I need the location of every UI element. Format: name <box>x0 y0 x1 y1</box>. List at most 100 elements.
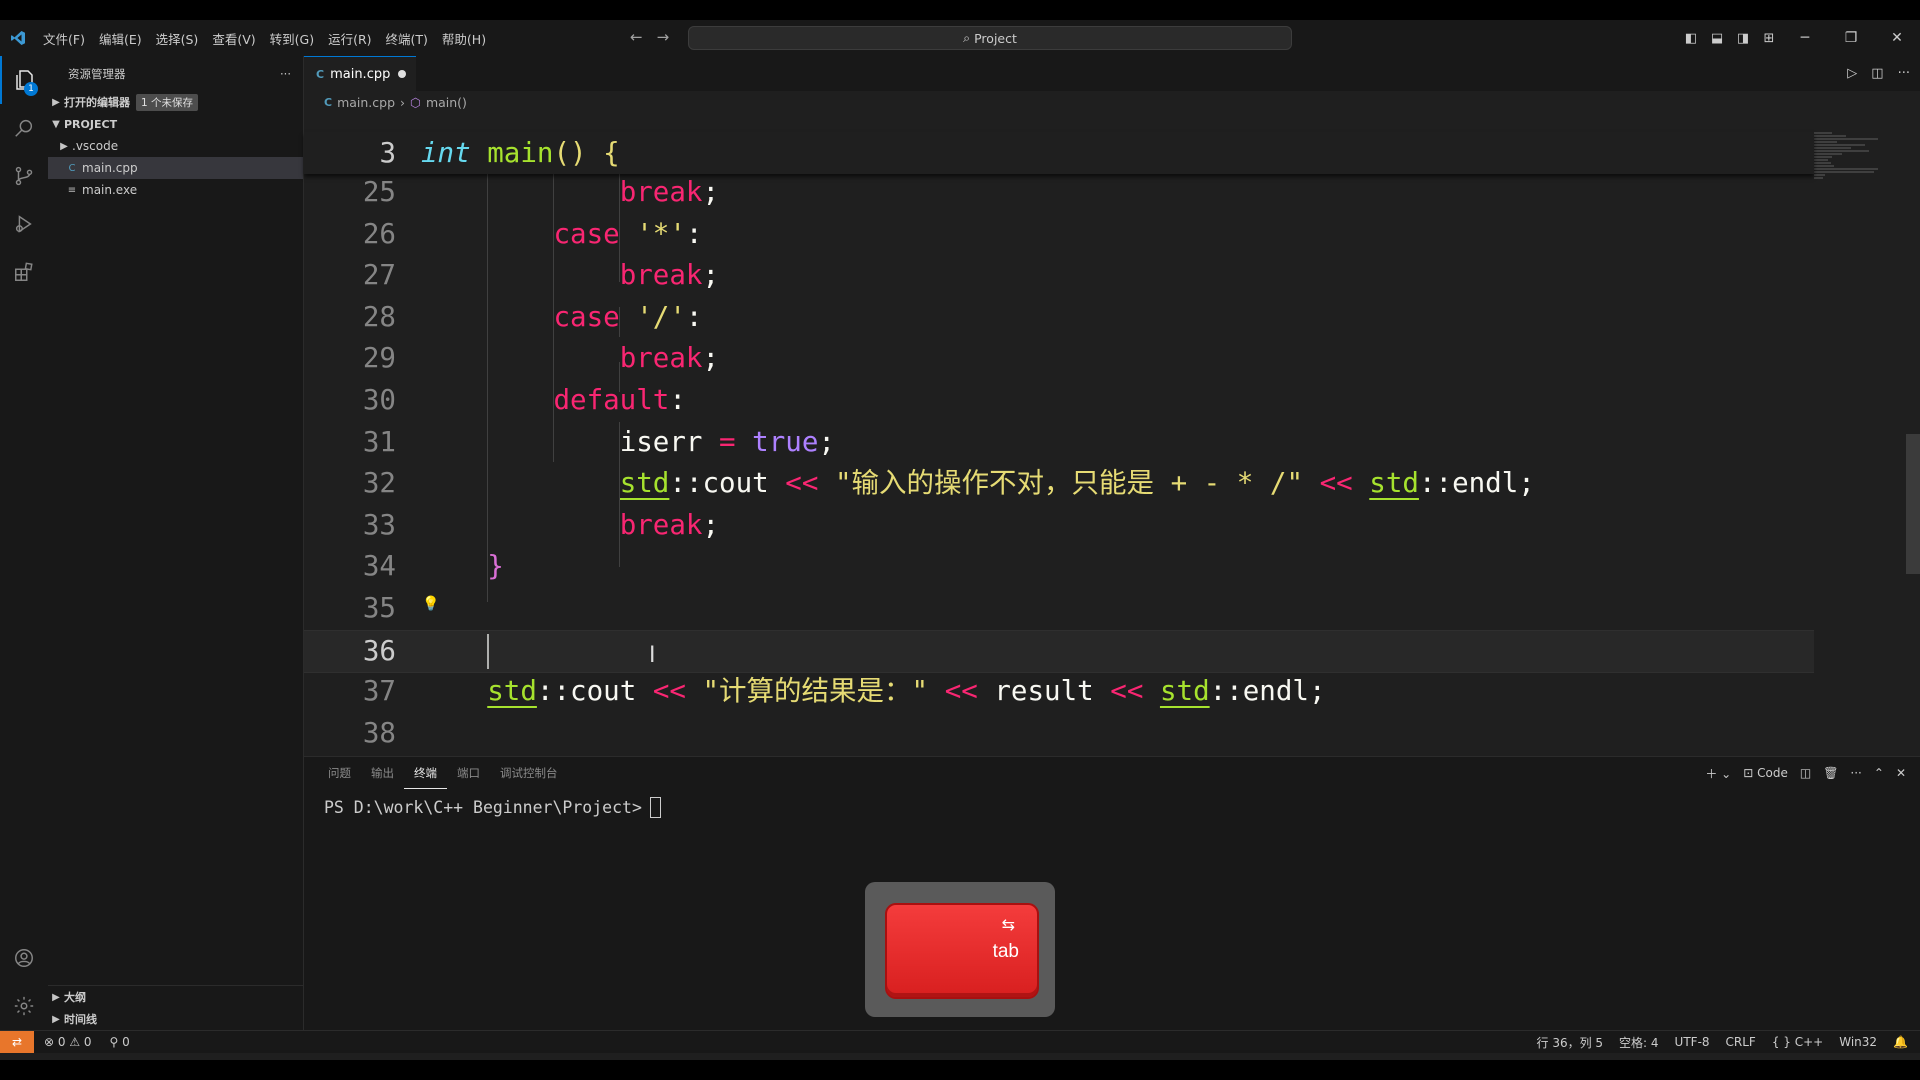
command-center-label: Project <box>974 30 1017 46</box>
notifications-bell-icon[interactable]: 🔔 <box>1893 1035 1908 1049</box>
editor-scrollbar[interactable] <box>1906 126 1920 756</box>
cpp-file-icon: C <box>316 67 325 81</box>
panel-tab[interactable]: 调试控制台 <box>490 757 568 789</box>
code-line[interactable]: 38 <box>304 713 1814 754</box>
menu-item[interactable]: 文件(F) <box>36 29 92 48</box>
code-line[interactable]: 33 break; <box>304 505 1814 546</box>
end-of-line[interactable]: CRLF <box>1726 1035 1756 1049</box>
toggle-primary-sidebar-icon[interactable]: ◧ <box>1678 20 1704 56</box>
tab-main-cpp[interactable]: C main.cpp <box>304 56 416 91</box>
terminal-output[interactable]: PS D:\work\C++ Beginner\Project> <box>304 789 1920 826</box>
panel-tab[interactable]: 终端 <box>404 757 447 789</box>
code-line[interactable]: 28 case '/': <box>304 297 1814 338</box>
menu-item[interactable]: 编辑(E) <box>92 29 149 48</box>
code-line[interactable]: 26 case '*': <box>304 214 1814 255</box>
file-tree-item[interactable]: ▶ .vscode <box>48 135 303 157</box>
breadcrumb-symbol[interactable]: main() <box>426 95 467 110</box>
explorer-more-button[interactable]: ··· <box>280 67 291 81</box>
minimize-button[interactable]: ─ <box>1782 20 1828 56</box>
menu-item[interactable]: 转到(G) <box>263 29 321 48</box>
ports-status[interactable]: ⚲ 0 <box>110 1035 130 1049</box>
line-number: 33 <box>362 508 396 541</box>
activity-bar: 1 <box>0 56 48 1030</box>
problems-status[interactable]: ⊗ 0 ⚠ 0 <box>44 1035 92 1049</box>
code-area[interactable]: 3 int main() { 25 break; 26 case '*': 27 b… <box>304 132 1814 756</box>
run-file-icon[interactable]: ▷ <box>1847 66 1857 81</box>
outline-section[interactable]: ▶ 大纲 <box>48 986 303 1008</box>
menu-item[interactable]: 查看(V) <box>205 29 262 48</box>
code-line[interactable]: 27 break; <box>304 255 1814 296</box>
back-arrow-icon[interactable]: ← <box>630 28 643 46</box>
remote-indicator-icon[interactable]: ⇄ <box>0 1031 34 1053</box>
menu-item[interactable]: 运行(R) <box>321 29 378 48</box>
code-line[interactable]: 32 std::cout << "输入的操作不对，只能是 + - * /" <<… <box>304 463 1814 504</box>
extensions-icon[interactable] <box>0 248 48 296</box>
encoding[interactable]: UTF-8 <box>1675 1035 1710 1049</box>
timeline-section[interactable]: ▶ 时间线 <box>48 1008 303 1030</box>
open-editors-section[interactable]: ▶ 打开的编辑器 1 个未保存 <box>48 91 303 113</box>
close-window-button[interactable]: ✕ <box>1874 20 1920 56</box>
code-line[interactable]: 25 break; <box>304 172 1814 213</box>
chevron-right-icon: ▶ <box>60 140 68 152</box>
outline-label: 大纲 <box>64 991 86 1004</box>
project-section[interactable]: ▼ PROJECT <box>48 113 303 135</box>
menu-item[interactable]: 终端(T) <box>379 29 435 48</box>
cpp-file-icon: C <box>68 162 76 174</box>
restore-button[interactable]: ❐ <box>1828 20 1874 56</box>
menu-item[interactable]: 帮助(H) <box>435 29 493 48</box>
breadcrumb-file[interactable]: main.cpp <box>337 95 395 110</box>
more-icon[interactable]: ··· <box>1850 766 1861 780</box>
code-line[interactable]: 35 💡 <box>304 588 1814 629</box>
file-tree-item[interactable]: Cmain.cpp <box>48 157 303 179</box>
lightbulb-icon[interactable]: 💡 <box>422 584 439 625</box>
command-center-search[interactable]: ⌕ Project <box>688 26 1292 50</box>
sticky-scroll-line[interactable]: 3 int main() { <box>304 132 1814 174</box>
more-actions-icon[interactable]: ··· <box>1898 66 1910 81</box>
tab-arrows-icon: ⇆ <box>1001 915 1015 934</box>
customize-layout-icon[interactable]: ⊞ <box>1756 20 1782 56</box>
run-debug-icon[interactable] <box>0 200 48 248</box>
panel-tab[interactable]: 问题 <box>318 757 361 789</box>
line-number: 35 <box>362 592 396 624</box>
menu-item[interactable]: 选择(S) <box>149 29 206 48</box>
vscode-window: 文件(F) 编辑(E) 选择(S) 查看(V) 转到(G) 运行(R) 终端(T) 帮助(H)… <box>0 20 1920 1060</box>
minimap[interactable] <box>1814 131 1906 251</box>
toggle-panel-icon[interactable]: ⬓ <box>1704 20 1730 56</box>
code-text: case '/': <box>553 300 703 333</box>
line-number: 26 <box>362 217 396 250</box>
status-bar: ⇄ ⊗ 0 ⚠ 0 ⚲ 0 行 36，列 5 空格: 4 UTF-8 CRLF … <box>0 1030 1920 1053</box>
panel-tab[interactable]: 端口 <box>447 757 490 789</box>
chevron-right-icon: ▶ <box>52 991 60 1003</box>
code-line[interactable]: 29 break; <box>304 338 1814 379</box>
code-line[interactable]: 37 std::cout << "计算的结果是：" << result << s… <box>304 671 1814 712</box>
indentation[interactable]: 空格: 4 <box>1619 1034 1659 1051</box>
code-line[interactable]: 30 default: <box>304 380 1814 421</box>
split-terminal-icon[interactable]: ◫ <box>1800 766 1811 780</box>
panel-tab[interactable]: 输出 <box>361 757 404 789</box>
new-terminal-icon[interactable]: ＋ ⌄ <box>1705 765 1731 782</box>
explorer-badge: 1 <box>24 82 38 96</box>
split-editor-icon[interactable]: ◫ <box>1871 66 1883 81</box>
close-panel-icon[interactable]: ✕ <box>1896 766 1906 780</box>
kill-terminal-icon[interactable]: 🗑 <box>1823 766 1838 780</box>
language-mode[interactable]: { } C++ <box>1772 1035 1823 1049</box>
scrollbar-thumb[interactable] <box>1906 434 1920 574</box>
timeline-label: 时间线 <box>64 1013 97 1026</box>
unsaved-dot-icon[interactable] <box>398 70 406 78</box>
code-line[interactable]: 34 } <box>304 546 1814 587</box>
settings-gear-icon[interactable] <box>0 982 48 1030</box>
file-tree-item[interactable]: ≡ main.exe <box>48 179 303 201</box>
search-view-icon[interactable] <box>0 104 48 152</box>
source-control-icon[interactable] <box>0 152 48 200</box>
accounts-icon[interactable] <box>0 934 48 982</box>
status-right: 行 36，列 5 空格: 4 UTF-8 CRLF { } C++ Win32 … <box>1537 1034 1909 1051</box>
explorer-icon[interactable]: 1 <box>0 56 48 104</box>
code-line[interactable]: 36 I <box>304 629 1814 673</box>
platform[interactable]: Win32 <box>1839 1035 1877 1049</box>
toggle-secondary-sidebar-icon[interactable]: ◨ <box>1730 20 1756 56</box>
code-line[interactable]: 31 iserr = true; <box>304 422 1814 463</box>
maximize-panel-icon[interactable]: ⌃ <box>1874 766 1884 780</box>
forward-arrow-icon[interactable]: → <box>657 28 670 46</box>
terminal-shell-selector[interactable]: ⊡ Code <box>1743 766 1788 780</box>
cursor-position[interactable]: 行 36，列 5 <box>1537 1034 1604 1051</box>
